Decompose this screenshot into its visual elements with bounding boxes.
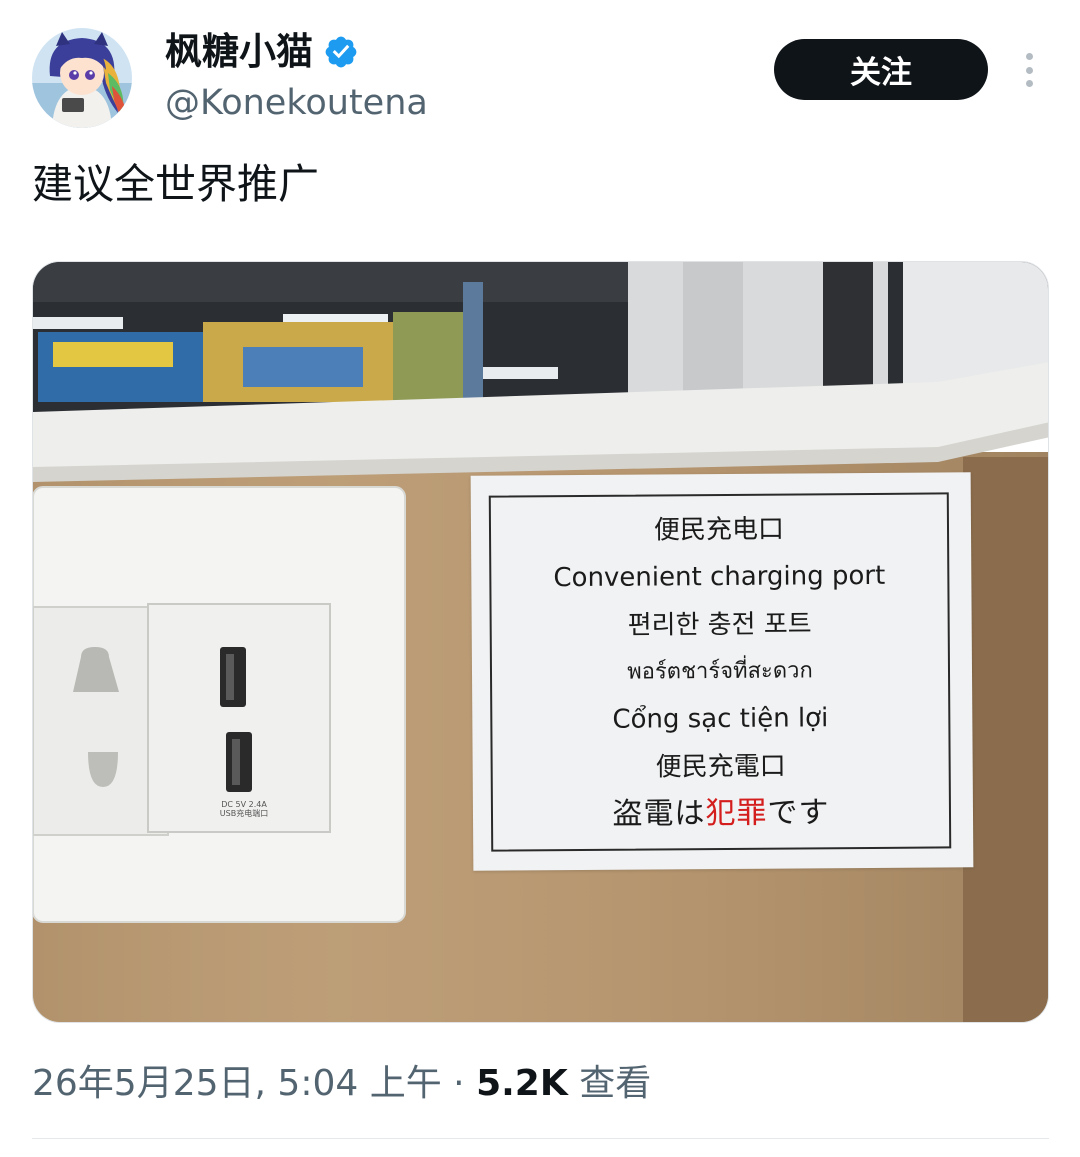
meta-separator: · <box>453 1063 465 1104</box>
charging-port-sign: 便民充电口 Convenient charging port 편리한 충전 포트… <box>470 472 974 871</box>
sign-line-chinese-traditional: 便民充電口 <box>655 751 786 783</box>
views-count: 5.2K <box>476 1063 568 1104</box>
views-label: 查看 <box>579 1063 652 1104</box>
display-name[interactable]: 枫糖小猫 <box>165 30 313 74</box>
sign-warning-prefix: 盗電は <box>612 796 706 833</box>
tweet-photo[interactable]: DC 5V 2.4A USB充电端口 便民充电口 Convenient char… <box>32 261 1049 1023</box>
more-dot <box>1025 66 1033 74</box>
follow-button[interactable]: 关注 <box>774 39 988 100</box>
anime-avatar-icon <box>32 28 132 128</box>
sign-line-english: Convenient charging port <box>553 560 886 594</box>
sign-line-vietnamese: Cổng sạc tiện lợi <box>612 703 829 736</box>
sign-border: 便民充电口 Convenient charging port 편리한 충전 포트… <box>488 492 952 852</box>
usb-spec-line-1: DC 5V 2.4A <box>221 800 267 809</box>
author-name-row[interactable]: 枫糖小猫 <box>165 30 359 74</box>
more-options-icon[interactable] <box>1012 48 1046 92</box>
sign-warning-highlight: 犯罪 <box>705 795 768 832</box>
author-avatar[interactable] <box>32 28 132 128</box>
sign-warning-suffix: です <box>767 795 830 831</box>
sign-line-thai: พอร์ตชาร์จที่สะดวก <box>627 658 813 685</box>
author-handle[interactable]: @Konekoutena <box>165 82 428 124</box>
tweet-text: 建议全世界推广 <box>32 160 319 208</box>
usb-spec-line-2: USB充电端口 <box>219 809 269 818</box>
more-dot <box>1025 80 1033 87</box>
verified-badge-icon <box>325 36 357 68</box>
divider <box>32 1138 1049 1139</box>
sign-line-japanese: 盗電は犯罪です <box>612 795 830 833</box>
tweet-meta: 26年5月25日, 5:04 上午 · 5.2K 查看 <box>32 1061 651 1107</box>
tweet-timestamp[interactable]: 26年5月25日, 5:04 上午 <box>32 1063 442 1104</box>
more-dot <box>1025 53 1033 60</box>
usb-spec-label: DC 5V 2.4A USB充电端口 <box>214 800 274 818</box>
sign-line-chinese-simplified: 便民充电口 <box>653 514 785 546</box>
sign-line-korean: 편리한 충전 포트 <box>627 608 812 641</box>
